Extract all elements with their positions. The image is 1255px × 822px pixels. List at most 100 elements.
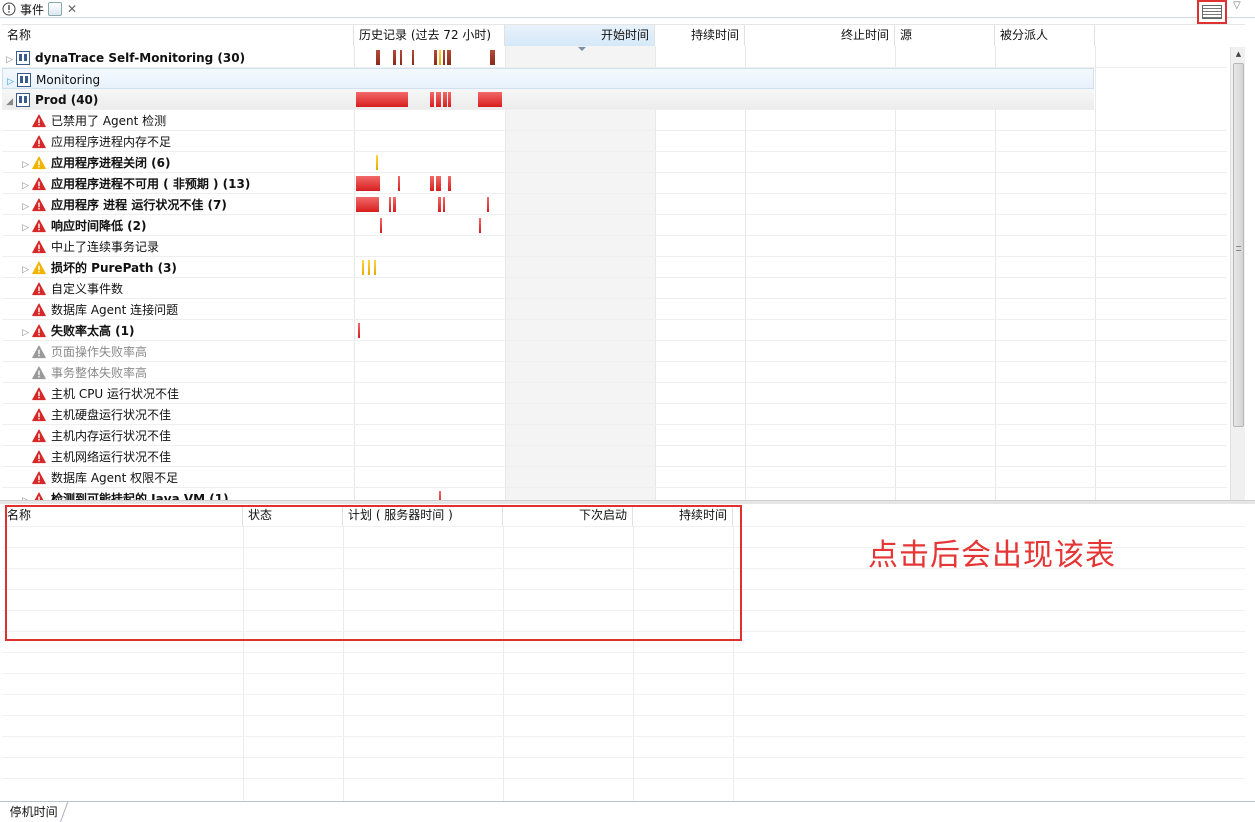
tree-incident-row[interactable]: ▷ 响应时间降低 (2) — [2, 215, 1227, 236]
close-icon[interactable]: ✕ — [66, 2, 78, 16]
tree-incident-row[interactable]: 主机硬盘运行状况不佳 — [2, 404, 1227, 425]
table-row-line — [2, 694, 1245, 695]
row-label: 应用程序 进程 运行状况不佳 (7) — [51, 198, 227, 212]
tree-incident-row[interactable]: ▷ 失败率太高 (1) — [2, 320, 1227, 341]
name-cell: 数据库 Agent 权限不足 — [2, 467, 354, 488]
history-event-mark — [430, 176, 434, 191]
column-header-start-time[interactable]: 开始时间 — [505, 25, 655, 46]
system-profile-icon — [16, 50, 30, 65]
expand-toggle-icon[interactable]: ▷ — [7, 77, 14, 87]
tree-incident-row[interactable]: 主机内存运行状况不佳 — [2, 425, 1227, 446]
expand-toggle-icon[interactable]: ▷ — [6, 55, 13, 65]
column-header-duration[interactable]: 持续时间 — [655, 25, 745, 46]
disabled-incident-icon — [32, 366, 46, 379]
history-event-mark — [356, 92, 408, 107]
name-cell: 主机硬盘运行状况不佳 — [2, 404, 354, 425]
error-icon — [32, 387, 46, 400]
indent: ▷ — [2, 51, 16, 65]
vertical-scrollbar[interactable]: ▲ ▼ — [1230, 47, 1245, 500]
table-row-line — [2, 652, 1245, 653]
row-label: 数据库 Agent 连接问题 — [51, 303, 179, 317]
history-event-mark — [439, 50, 441, 65]
history-event-mark — [376, 50, 380, 65]
name-cell: 自定义事件数 — [2, 278, 354, 299]
pin-view-icon[interactable] — [48, 2, 63, 16]
tree-incident-row[interactable]: 主机 CPU 运行状况不佳 — [2, 383, 1227, 404]
expand-toggle-icon[interactable]: ▷ — [22, 265, 29, 275]
tree-incident-row[interactable]: ▷ 损坏的 PurePath (3) — [2, 257, 1227, 278]
name-cell: ▷ 应用程序进程关闭 (6) — [2, 152, 354, 173]
tree-incident-row[interactable]: 页面操作失败率高 — [2, 341, 1227, 362]
indent: ▷ — [2, 219, 32, 233]
row-label: 应用程序进程内存不足 — [51, 135, 172, 149]
tree-incident-row[interactable]: 数据库 Agent 连接问题 — [2, 299, 1227, 320]
expand-toggle-icon[interactable]: ◢ — [6, 97, 13, 107]
bottom-tab-bar: 停机时间 — [0, 801, 1255, 822]
history-event-mark — [393, 197, 396, 212]
column-header-name[interactable]: 名称 — [2, 25, 354, 46]
tree-system-row[interactable]: ◢ Prod (40) — [2, 89, 1094, 110]
scrollbar-thumb[interactable] — [1233, 63, 1244, 427]
row-label: 响应时间降低 (2) — [51, 219, 147, 233]
history-event-mark — [448, 176, 451, 191]
tree-incident-row[interactable]: ▷ 应用程序进程关闭 (6) — [2, 152, 1227, 173]
error-icon — [32, 240, 46, 253]
expand-toggle-icon[interactable]: ▷ — [22, 181, 29, 191]
row-label: 自定义事件数 — [51, 282, 124, 296]
expand-toggle-icon[interactable]: ▷ — [22, 202, 29, 212]
error-icon — [32, 450, 46, 463]
annotation-highlight-box — [5, 505, 742, 641]
tree-incident-row[interactable]: 应用程序进程内存不足 — [2, 131, 1227, 152]
column-header-assignee[interactable]: 被分派人 — [995, 25, 1095, 46]
history-event-mark — [380, 218, 382, 233]
tree-incident-row[interactable]: 中止了连续事务记录 — [2, 236, 1227, 257]
name-cell: 数据库 Agent 连接问题 — [2, 299, 354, 320]
row-label: 数据库 Agent 权限不足 — [51, 471, 179, 485]
row-label: 已禁用了 Agent 检测 — [51, 114, 167, 128]
tab-events[interactable]: 事件 ✕ — [2, 0, 78, 18]
column-header-end-time[interactable]: 终止时间 — [745, 25, 895, 46]
expand-toggle-icon[interactable]: ▷ — [22, 223, 29, 233]
tree-incident-row[interactable]: 已禁用了 Agent 检测 — [2, 110, 1227, 131]
tree-incident-row[interactable]: 主机网络运行状况不佳 — [2, 446, 1227, 467]
tree-incident-row[interactable]: 自定义事件数 — [2, 278, 1227, 299]
expand-toggle-icon[interactable]: ▷ — [22, 160, 29, 170]
view-menu-button[interactable] — [1197, 0, 1227, 24]
system-profile-icon — [16, 92, 30, 107]
name-cell: ▷ 应用程序 进程 运行状况不佳 (7) — [2, 194, 354, 215]
tab-downtime[interactable]: 停机时间 — [2, 802, 69, 822]
name-cell: 中止了连续事务记录 — [2, 236, 354, 257]
tree-incident-row[interactable]: ▷ 检测到可能挂起的 Java VM (1) — [2, 488, 1227, 500]
history-event-mark — [356, 176, 380, 191]
annotation-text: 点击后会出现该表 — [868, 538, 1116, 573]
tree-incident-row[interactable]: 事务整体失败率高 — [2, 362, 1227, 383]
column-header-history[interactable]: 历史记录 (过去 72 小时) — [354, 25, 505, 46]
row-label: 主机网络运行状况不佳 — [51, 450, 172, 464]
chevron-down-icon[interactable]: ▽ — [1233, 0, 1241, 11]
expand-toggle-icon[interactable]: ▷ — [22, 328, 29, 338]
table-row-line — [2, 778, 1245, 779]
tree-incident-row[interactable]: 数据库 Agent 权限不足 — [2, 467, 1227, 488]
history-event-mark — [448, 92, 451, 107]
name-cell: 页面操作失败率高 — [2, 341, 354, 362]
name-cell: 事务整体失败率高 — [2, 362, 354, 383]
tree-system-row[interactable]: ▷ dynaTrace Self-Monitoring (30) — [2, 47, 1227, 68]
name-cell: ▷ 失败率太高 (1) — [2, 320, 354, 341]
history-event-mark — [362, 260, 364, 275]
tree-incident-row[interactable]: ▷ 应用程序 进程 运行状况不佳 (7) — [2, 194, 1227, 215]
history-event-mark — [412, 50, 414, 65]
system-profile-icon — [17, 72, 31, 87]
indent: ▷ — [3, 73, 17, 87]
indent: ▷ — [2, 324, 32, 338]
pane-splitter[interactable] — [0, 500, 1255, 504]
row-label: 页面操作失败率高 — [51, 345, 148, 359]
scroll-up-icon[interactable]: ▲ — [1231, 47, 1245, 61]
row-label: 应用程序进程不可用 ( 非预期 ) (13) — [51, 177, 251, 191]
tree-incident-row[interactable]: ▷ 应用程序进程不可用 ( 非预期 ) (13) — [2, 173, 1227, 194]
history-event-mark — [436, 176, 441, 191]
column-header-source[interactable]: 源 — [895, 25, 995, 46]
tree-system-row[interactable]: ▷ Monitoring — [2, 68, 1094, 89]
history-event-mark — [430, 92, 434, 107]
name-cell: ▷ Monitoring — [3, 69, 355, 90]
error-icon — [32, 282, 46, 295]
